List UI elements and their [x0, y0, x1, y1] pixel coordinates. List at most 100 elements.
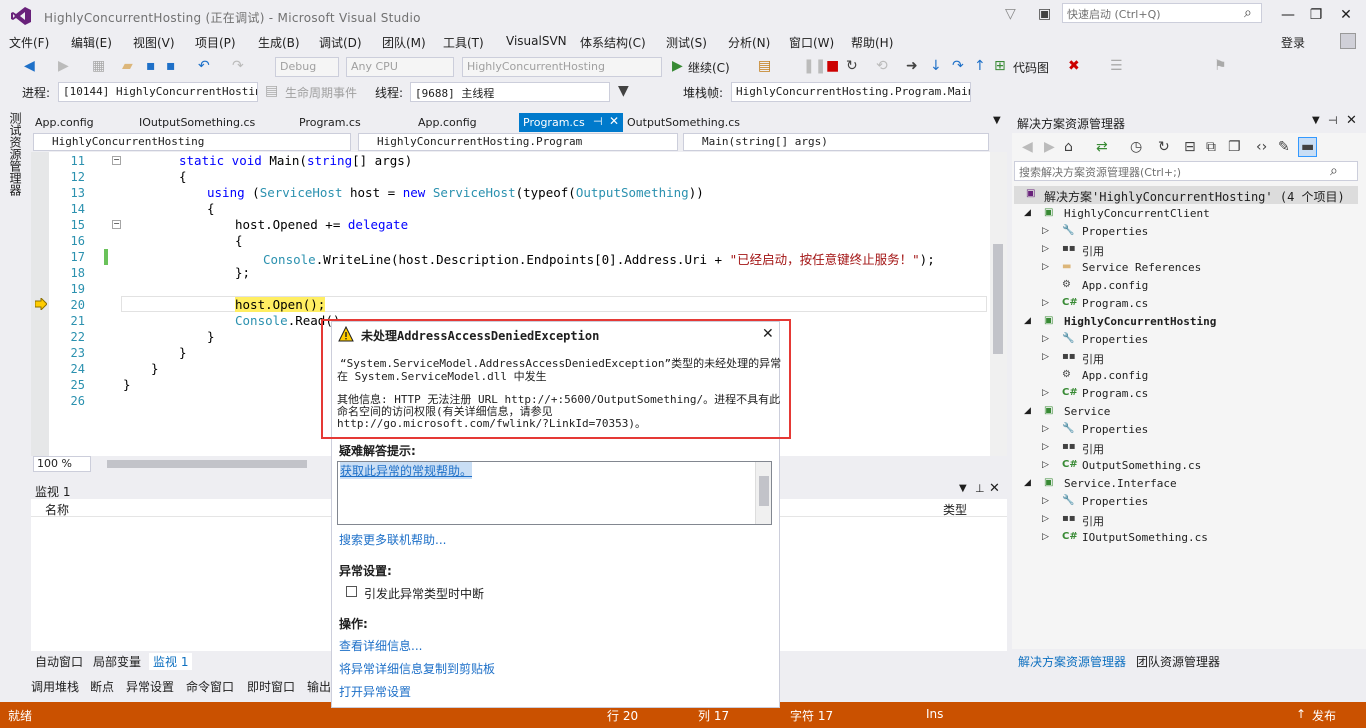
- process-dropdown[interactable]: [10144] HighlyConcurrentHostin: [58, 82, 258, 102]
- expand-triangle-icon[interactable]: ▷: [1042, 244, 1049, 254]
- sync-icon[interactable]: ⇄: [1096, 138, 1108, 156]
- tree-file-item[interactable]: Program.cs: [1082, 297, 1148, 310]
- pending-changes-icon[interactable]: ◷: [1130, 138, 1142, 156]
- troubleshooting-tips-list[interactable]: 获取此异常的常规帮助。: [337, 461, 772, 525]
- expand-triangle-icon[interactable]: ▷: [1042, 532, 1049, 542]
- menu-test[interactable]: 测试(S): [666, 34, 707, 51]
- process-icon[interactable]: ▤: [758, 57, 771, 75]
- lifecycle-events-button[interactable]: 生命周期事件: [285, 84, 357, 101]
- expand-triangle-icon[interactable]: ▷: [1042, 298, 1049, 308]
- thread-dropdown[interactable]: [9688] 主线程: [410, 82, 610, 102]
- general-help-link[interactable]: 获取此异常的常规帮助。: [340, 462, 473, 479]
- se-back-icon[interactable]: ◀: [1022, 138, 1033, 156]
- collapse-triangle-icon[interactable]: ◢: [1024, 478, 1031, 488]
- undo-icon[interactable]: ↶: [198, 57, 210, 75]
- menu-team[interactable]: 团队(M): [382, 34, 426, 51]
- code-map-icon[interactable]: ⊞: [994, 57, 1006, 75]
- class-nav-dropdown[interactable]: HighlyConcurrentHosting.Program: [358, 133, 678, 151]
- save-all-icon[interactable]: ▪: [166, 57, 176, 75]
- platform-dropdown[interactable]: Any CPU: [346, 57, 454, 77]
- view-code-icon[interactable]: ‹›: [1256, 138, 1267, 156]
- step-over-icon[interactable]: ↷: [952, 57, 964, 75]
- open-exception-settings-link[interactable]: 打开异常设置: [339, 683, 411, 700]
- menu-architecture[interactable]: 体系结构(C): [580, 34, 646, 51]
- tree-file-item[interactable]: 引用: [1082, 441, 1104, 457]
- feedback-icon[interactable]: ▣: [1038, 5, 1051, 23]
- filter-icon[interactable]: ▽: [1005, 5, 1016, 23]
- watch-pin-icon[interactable]: ⊥: [975, 482, 985, 495]
- startup-project-dropdown[interactable]: HighlyConcurrentHosting: [462, 57, 662, 77]
- collapse-icon[interactable]: −: [112, 220, 121, 229]
- hot-reload-icon[interactable]: ⟲: [876, 57, 888, 75]
- minimize-button[interactable]: —: [1274, 4, 1302, 26]
- stop-icon[interactable]: ■: [826, 57, 839, 75]
- show-all-files-icon[interactable]: ⧉: [1206, 138, 1216, 156]
- expand-triangle-icon[interactable]: ▷: [1042, 460, 1049, 470]
- forward-icon[interactable]: ▶: [58, 57, 69, 75]
- properties-wrench-icon[interactable]: ✎: [1278, 138, 1290, 156]
- search-more-help-link[interactable]: 搜索更多联机帮助...: [339, 531, 446, 548]
- code-map-button[interactable]: 代码图: [1013, 59, 1049, 76]
- tree-project-item[interactable]: Service.Interface: [1064, 477, 1177, 490]
- redo-icon[interactable]: ↷: [232, 57, 244, 75]
- tab-autos[interactable]: 自动窗口: [35, 653, 83, 670]
- thread-filter-icon[interactable]: ▼: [618, 82, 629, 100]
- watch-col-type[interactable]: 类型: [943, 501, 967, 518]
- tree-file-item[interactable]: 引用: [1082, 351, 1104, 367]
- se-pin-icon[interactable]: ⊣: [1328, 114, 1338, 127]
- menu-tools[interactable]: 工具(T): [443, 34, 484, 51]
- tree-file-item[interactable]: Properties: [1082, 495, 1148, 508]
- tips-scrollbar[interactable]: [755, 462, 771, 524]
- exceptions-icon[interactable]: ✖: [1068, 57, 1080, 75]
- tree-file-item[interactable]: Properties: [1082, 333, 1148, 346]
- bookmark-icon[interactable]: ⚑: [1214, 57, 1227, 75]
- expand-triangle-icon[interactable]: ▷: [1042, 496, 1049, 506]
- pause-icon[interactable]: ❚❚: [803, 57, 826, 75]
- tab-breakpoints[interactable]: 断点: [90, 678, 114, 695]
- collapse-all-icon[interactable]: ⊟: [1184, 138, 1196, 156]
- step-into-icon[interactable]: ↓: [930, 57, 942, 75]
- stack-frame-dropdown[interactable]: HighlyConcurrentHosting.Program.Main: [731, 82, 971, 102]
- watch-col-name[interactable]: 名称: [45, 501, 69, 518]
- quick-launch-input[interactable]: 快速启动 (Ctrl+Q): [1062, 3, 1262, 23]
- menu-file[interactable]: 文件(F): [9, 34, 49, 51]
- zoom-dropdown[interactable]: 100 %: [33, 456, 91, 472]
- tab-exception-settings[interactable]: 异常设置: [126, 678, 174, 695]
- back-icon[interactable]: ◀: [24, 57, 35, 75]
- new-project-icon[interactable]: ▦: [92, 57, 105, 75]
- solution-search-input[interactable]: 搜索解决方案资源管理器(Ctrl+;): [1014, 161, 1358, 181]
- tree-file-item[interactable]: 引用: [1082, 243, 1104, 259]
- tab-locals[interactable]: 局部变量: [93, 653, 141, 670]
- expand-triangle-icon[interactable]: ▷: [1042, 226, 1049, 236]
- tab-command-window[interactable]: 命令窗口: [186, 678, 234, 695]
- expand-triangle-icon[interactable]: ▷: [1042, 388, 1049, 398]
- watch-options-chevron-icon[interactable]: ▼: [959, 483, 967, 494]
- continue-button[interactable]: 继续(C): [688, 59, 730, 76]
- menu-visualsvn[interactable]: VisualSVN: [506, 34, 567, 48]
- tree-file-item[interactable]: Properties: [1082, 423, 1148, 436]
- break-on-exception-checkbox[interactable]: [346, 586, 357, 597]
- tab-watch1[interactable]: 监视 1: [149, 653, 193, 670]
- tree-file-item[interactable]: 引用: [1082, 513, 1104, 529]
- publish-icon[interactable]: ↑: [1296, 707, 1306, 721]
- tab-call-stack[interactable]: 调用堆栈: [31, 678, 79, 695]
- tree-file-item[interactable]: OutputSomething.cs: [1082, 459, 1201, 472]
- search-icon[interactable]: ⌕: [1244, 4, 1252, 22]
- menu-edit[interactable]: 编辑(E): [71, 34, 112, 51]
- menu-view[interactable]: 视图(V): [133, 34, 175, 51]
- step-out-icon[interactable]: ↑: [974, 57, 986, 75]
- horizontal-scrollbar[interactable]: [107, 460, 307, 468]
- lifecycle-icon[interactable]: ▤: [265, 82, 278, 100]
- tree-project-item[interactable]: Service: [1064, 405, 1110, 418]
- project-nav-dropdown[interactable]: HighlyConcurrentHosting: [33, 133, 351, 151]
- collapse-triangle-icon[interactable]: ◢: [1024, 406, 1031, 416]
- expand-triangle-icon[interactable]: ▷: [1042, 442, 1049, 452]
- tab-output[interactable]: 输出: [307, 678, 331, 695]
- menu-help[interactable]: 帮助(H): [851, 34, 893, 51]
- expand-triangle-icon[interactable]: ▷: [1042, 514, 1049, 524]
- pin-icon[interactable]: ⊣: [593, 115, 603, 128]
- tree-file-item[interactable]: App.config: [1082, 369, 1148, 382]
- restart-icon[interactable]: ↻: [846, 57, 858, 75]
- menu-analyze[interactable]: 分析(N): [728, 34, 770, 51]
- tab-app-config[interactable]: App.config: [414, 113, 481, 132]
